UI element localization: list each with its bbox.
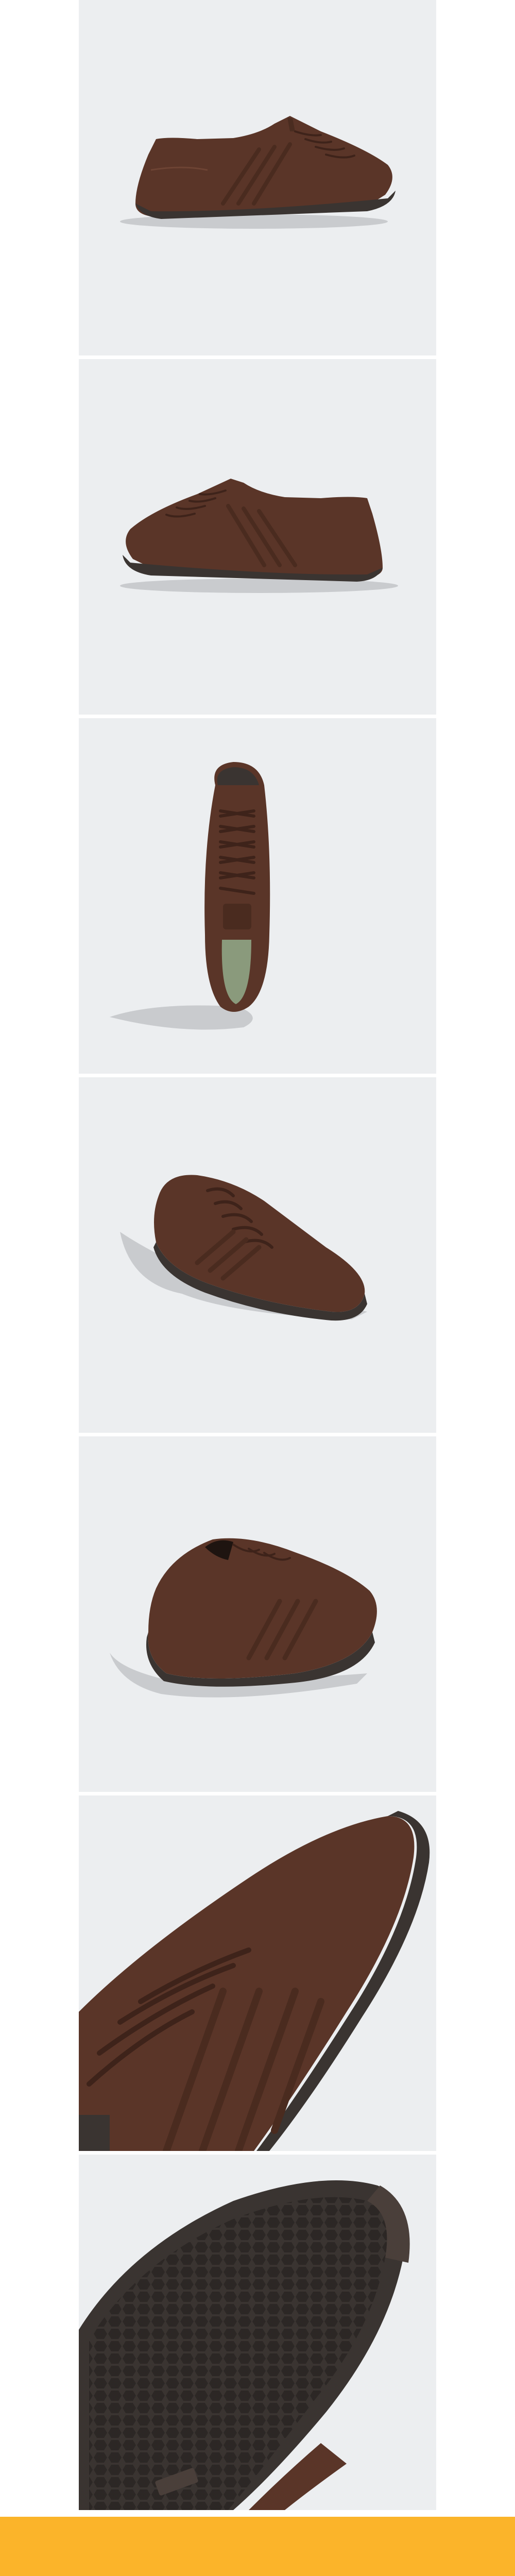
shoe-sole-icon (79, 2180, 410, 2510)
shoe-back-icon (110, 1538, 377, 1698)
shoe-front-icon (120, 1175, 367, 1321)
product-image-side-inner[interactable] (79, 359, 436, 715)
accent-footer-bar (0, 2517, 515, 2576)
shoe-detail-icon (79, 1811, 430, 2151)
product-image-gallery (79, 0, 436, 2514)
product-image-detail-stripes[interactable] (79, 1795, 436, 2151)
product-image-detail-outsole[interactable] (79, 2155, 436, 2510)
product-image-side-outer[interactable] (79, 0, 436, 355)
product-image-top-down[interactable] (79, 718, 436, 1074)
product-image-front-three-quarter[interactable] (79, 1077, 436, 1433)
product-image-page (0, 0, 515, 2576)
product-image-back-three-quarter[interactable] (79, 1436, 436, 1792)
shoe-top-icon (110, 762, 270, 1030)
shoe-side-icon (120, 116, 396, 229)
shoe-side-icon (120, 479, 398, 593)
